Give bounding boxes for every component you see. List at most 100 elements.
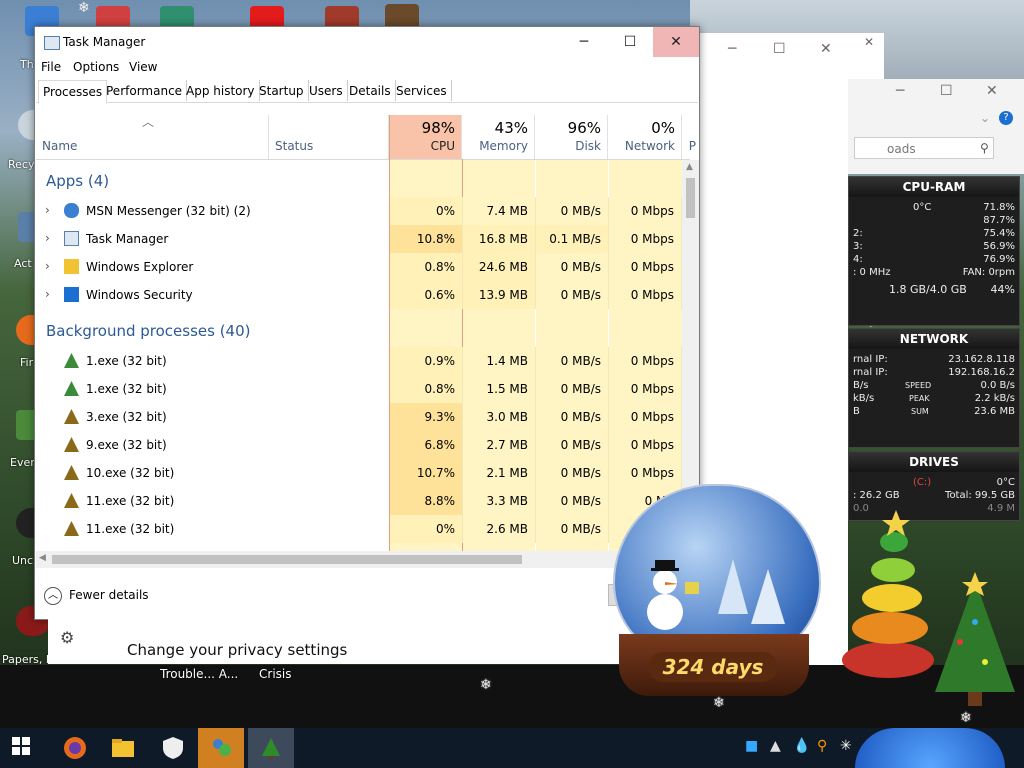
chevron-right-icon[interactable]: › — [45, 287, 50, 301]
msn-messenger-taskbar-icon[interactable] — [198, 728, 244, 768]
process-row[interactable]: 3.exe (32 bit) 9.3% 3.0 MB 0 MB/s 0 Mbps — [36, 403, 682, 431]
scroll-left-icon[interactable]: ◀ — [39, 553, 46, 563]
process-memory: 3.3 MB — [463, 487, 536, 515]
process-cpu: 0.8% — [390, 375, 463, 403]
task-manager-taskbar-icon[interactable] — [248, 728, 294, 768]
tab-performance[interactable]: Performance — [102, 80, 188, 101]
process-row[interactable]: › MSN Messenger (32 bit) (2) 0% 7.4 MB 0… — [36, 197, 682, 225]
start-button[interactable] — [0, 728, 46, 768]
chevron-down-icon[interactable]: ⌄ — [980, 111, 990, 125]
close-icon[interactable]: ✕ — [820, 41, 832, 57]
water-drop-icon[interactable]: 💧 — [793, 738, 810, 754]
firefox-taskbar-icon[interactable] — [52, 728, 98, 768]
column-power[interactable]: P — [682, 115, 698, 159]
close-icon[interactable]: ✕ — [864, 35, 874, 49]
minimize-icon[interactable]: ─ — [896, 83, 904, 99]
maximize-icon[interactable]: ☐ — [773, 41, 786, 57]
cpu-total-row: 0°C 71.8% — [849, 201, 1019, 214]
process-network: 0 Mbps — [609, 347, 682, 375]
tab-processes[interactable]: Processes — [38, 80, 108, 104]
process-cpu: 10.7% — [390, 459, 463, 487]
privacy-panel[interactable]: ⚙ Change your privacy settings — [48, 618, 698, 664]
chevron-right-icon[interactable]: › — [45, 203, 50, 217]
snowflake-icon[interactable]: ✳ — [840, 738, 852, 754]
process-row[interactable]: 1.exe (32 bit) 0.8% 1.5 MB 0 MB/s 0 Mbps — [36, 375, 682, 403]
ram-percent: 44% — [990, 283, 1015, 296]
tree-icon — [64, 521, 79, 536]
search-icon: ⚲ — [980, 141, 989, 155]
process-memory: 2.6 MB — [463, 515, 536, 543]
tray-app-icon[interactable]: ■ — [745, 738, 758, 754]
chevron-up-icon[interactable]: ︿ — [44, 587, 62, 605]
desktop-icon-label: Trouble... A... — [160, 667, 239, 681]
file-explorer-taskbar-icon[interactable] — [100, 728, 146, 768]
desktop-icon-label: Crisis — [259, 667, 292, 681]
process-row[interactable]: 11.exe (32 bit) 0% 2.6 MB 0 MB/s 0 Mbps — [36, 515, 682, 543]
tab-details[interactable]: Details — [345, 80, 396, 101]
menu-file[interactable]: File — [41, 60, 61, 74]
scrollbar-thumb[interactable] — [686, 178, 695, 218]
minimize-button[interactable]: ─ — [561, 27, 607, 57]
process-row[interactable]: 11.exe (32 bit) 8.8% 3.3 MB 0 MB/s 0 Mb — [36, 487, 682, 515]
chevron-right-icon[interactable]: › — [45, 259, 50, 273]
column-memory[interactable]: 43% Memory — [462, 115, 535, 159]
search-input[interactable]: oads — [854, 137, 994, 159]
desktop-icon-label: Act — [14, 257, 32, 270]
maximize-icon[interactable]: ☐ — [940, 83, 953, 99]
cpu-core-row: 3: 56.9% — [853, 241, 1015, 252]
menu-view[interactable]: View — [129, 60, 157, 74]
tab-services[interactable]: Services — [392, 80, 452, 101]
maximize-button[interactable]: ☐ — [607, 27, 653, 57]
gear-icon[interactable]: ⚙ — [60, 628, 74, 647]
explorer-window[interactable]: ─ ☐ ✕ ⌄ ? oads ⚲ — [848, 79, 1024, 174]
snow-globe-tray-icon[interactable] — [855, 728, 1005, 768]
column-disk[interactable]: 96% Disk — [535, 115, 608, 159]
column-name[interactable]: Name — [36, 115, 269, 159]
column-status[interactable]: Status — [269, 115, 389, 159]
tab-users[interactable]: Users — [305, 80, 348, 101]
tree-icon — [64, 409, 79, 424]
task-manager-window[interactable]: Task Manager ─ ☐ ✕ File Options View Pro… — [34, 26, 700, 620]
chevron-right-icon[interactable]: › — [45, 231, 50, 245]
title-bar[interactable]: Task Manager ─ ☐ ✕ — [35, 27, 699, 57]
scroll-up-icon[interactable]: ▲ — [686, 162, 693, 172]
windows-security-taskbar-icon[interactable] — [150, 728, 196, 768]
process-memory: 1.4 MB — [463, 347, 536, 375]
close-icon[interactable]: ✕ — [986, 83, 998, 99]
tab-app-history[interactable]: App history — [182, 80, 260, 101]
help-icon[interactable]: ? — [999, 111, 1013, 125]
process-memory: 13.9 MB — [463, 281, 536, 309]
search-icon[interactable]: ⚲ — [817, 738, 827, 754]
process-row[interactable]: › Windows Explorer 0.8% 24.6 MB 0 MB/s 0… — [36, 253, 682, 281]
snowman-icon — [643, 554, 699, 630]
fewer-details-button[interactable]: Fewer details — [69, 588, 149, 602]
process-row[interactable]: 1.exe (32 bit) 0.9% 1.4 MB 0 MB/s 0 Mbps — [36, 347, 682, 375]
column-cpu[interactable]: 98% CPU — [389, 115, 462, 159]
process-name: 11.exe (32 bit) — [86, 522, 175, 536]
process-disk: 0 MB/s — [536, 431, 609, 459]
cpu-core-value: 76.9% — [983, 254, 1015, 265]
group-background-processes[interactable]: Background processes (40) — [46, 322, 251, 340]
privacy-settings-link[interactable]: Change your privacy settings — [127, 641, 347, 659]
process-disk: 0 MB/s — [536, 459, 609, 487]
gadget-title: DRIVES — [849, 452, 1019, 472]
process-row[interactable]: › Task Manager 10.8% 16.8 MB 0.1 MB/s 0 … — [36, 225, 682, 253]
process-network: 0 Mbps — [609, 431, 682, 459]
process-row[interactable]: › Windows Security 0.6% 13.9 MB 0 MB/s 0… — [36, 281, 682, 309]
ram-usage: 1.8 GB/4.0 GB — [889, 283, 967, 296]
menu-options[interactable]: Options — [73, 60, 119, 74]
scrollbar-thumb[interactable] — [52, 555, 522, 564]
process-row[interactable]: 10.exe (32 bit) 10.7% 2.1 MB 0 MB/s 0 Mb… — [36, 459, 682, 487]
process-cpu: 0.9% — [390, 347, 463, 375]
shield-icon — [64, 287, 79, 302]
close-button[interactable]: ✕ — [653, 27, 699, 57]
horizontal-scrollbar[interactable]: ◀ — [36, 551, 682, 568]
minimize-icon[interactable]: ─ — [728, 41, 736, 57]
tab-startup[interactable]: Startup — [255, 80, 309, 101]
cpu-freq-row: : 0 MHz FAN: 0rpm — [853, 267, 1015, 278]
tray-app-icon[interactable]: ▲ — [770, 738, 781, 754]
column-network[interactable]: 0% Network — [608, 115, 682, 159]
group-apps[interactable]: Apps (4) — [46, 172, 109, 190]
snow-globe-widget[interactable]: 324 days — [613, 484, 821, 702]
process-row[interactable]: 9.exe (32 bit) 6.8% 2.7 MB 0 MB/s 0 Mbps — [36, 431, 682, 459]
